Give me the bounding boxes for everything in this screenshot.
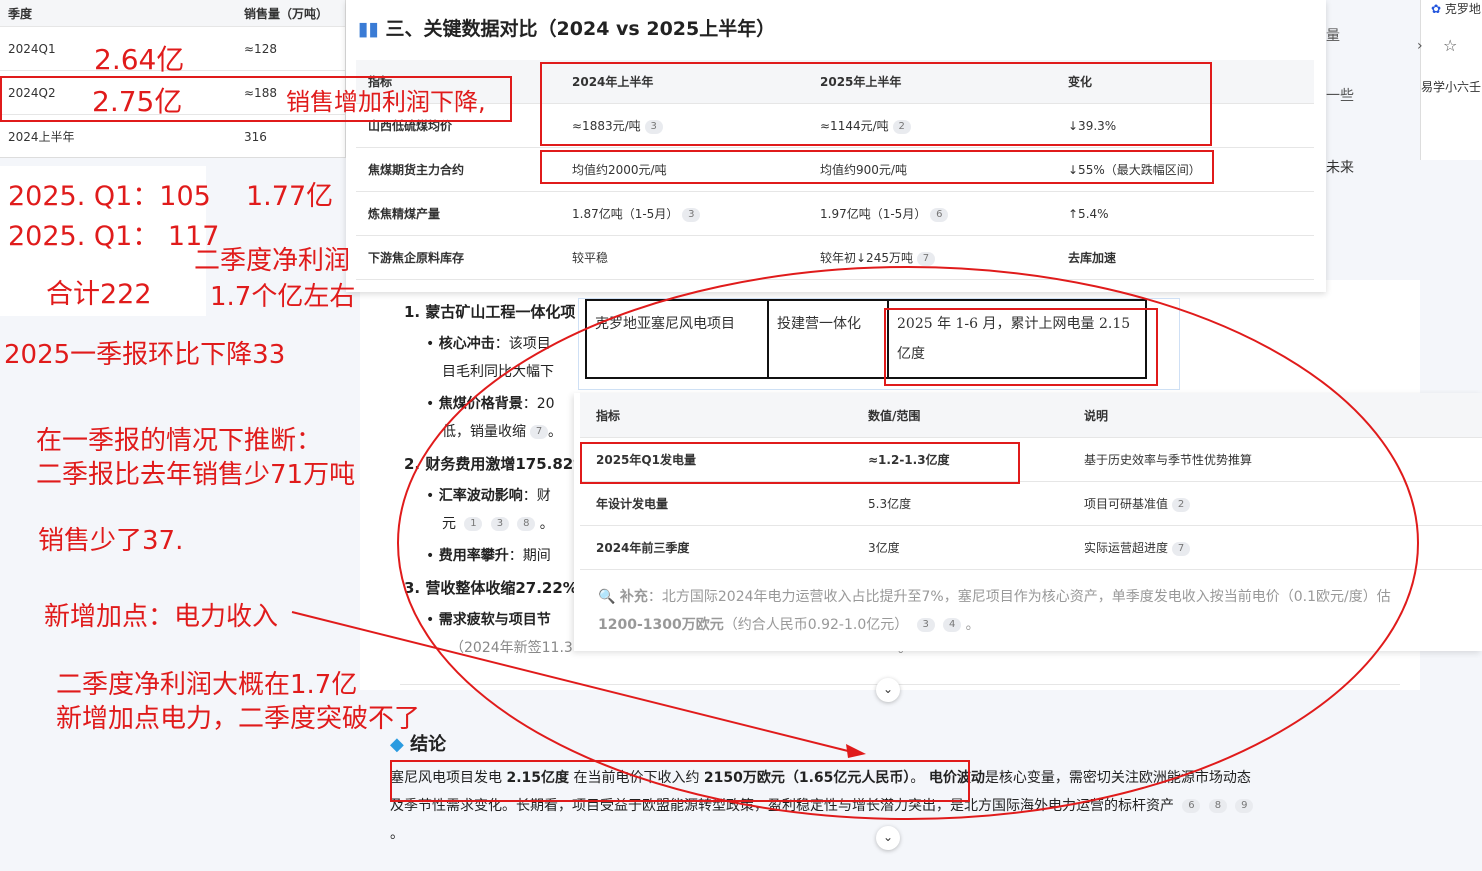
annotation-note: 2.75亿 — [92, 85, 183, 118]
annotation-arrow-head — [846, 744, 866, 758]
annotation-note: 1.77亿 — [246, 181, 334, 212]
annotation-note: 新增加点电力，二季度突破不了 — [56, 704, 421, 734]
annotation-note: 新增加点：电力收入 — [44, 602, 279, 632]
annotation-note: 1.7个亿左右 — [210, 282, 356, 312]
annotation-note: 二季度净利润 — [194, 246, 351, 276]
annotation-note: 二季报比去年销售少71万吨 — [36, 460, 356, 490]
annotation-note: 2025. Q1：105 — [8, 181, 211, 212]
annotation-note: 合计222 — [46, 279, 152, 310]
annotation-note: 2.64亿 — [94, 43, 185, 76]
annotation-note: 2025. Q1： 117 — [8, 221, 220, 252]
annotation-note: 在一季报的情况下推断： — [36, 426, 323, 456]
annotation-ellipse — [397, 266, 1419, 820]
annotation-note: 销售少了37. — [38, 526, 184, 556]
annotation-note: 销售增加利润下降, — [286, 88, 486, 116]
annotation-note: 2025一季报环比下降33 — [4, 340, 286, 370]
annotation-note: 二季度净利润大概在1.7亿 — [56, 670, 358, 700]
